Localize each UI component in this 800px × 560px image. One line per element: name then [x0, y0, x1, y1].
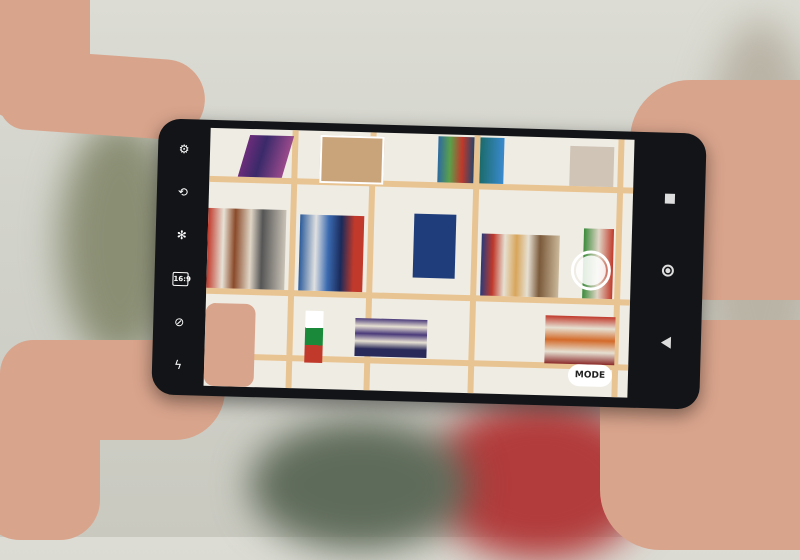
- bulgarian-flag: [304, 310, 324, 364]
- smartphone: ⚙ ⟲ ✻ 16:9 ⊘ ϟ MODE: [151, 118, 707, 410]
- book-display-cover: [412, 213, 457, 279]
- recent-apps-icon[interactable]: [663, 192, 677, 206]
- settings-icon[interactable]: ⚙: [175, 142, 193, 156]
- home-icon[interactable]: [661, 263, 675, 277]
- flash-auto-icon[interactable]: ϟ: [169, 358, 187, 372]
- books-stack-bottom: [354, 317, 428, 358]
- background-green-blur: [250, 420, 470, 550]
- books-middle-left: [206, 207, 287, 290]
- mode-button[interactable]: MODE: [567, 363, 613, 388]
- picture-frame: [319, 134, 385, 185]
- flash-off-icon[interactable]: ⊘: [170, 315, 188, 329]
- books-top-right: [479, 137, 505, 185]
- switch-camera-icon[interactable]: ⟲: [174, 185, 192, 199]
- back-icon[interactable]: [659, 335, 673, 349]
- books-top-left: [237, 134, 295, 178]
- shelf-divider-1: [285, 130, 299, 389]
- camera-settings-sidebar: ⚙ ⟲ ✻ 16:9 ⊘ ϟ: [151, 118, 211, 395]
- books-stack-bottom-right: [544, 315, 616, 366]
- shelf-middle: [206, 287, 631, 306]
- aspect-ratio-button[interactable]: 16:9: [172, 271, 191, 286]
- camera-viewfinder: MODE: [203, 127, 635, 398]
- books-middle-center: [298, 214, 365, 293]
- person-in-frame: [203, 302, 256, 388]
- books-middle-right: [480, 233, 560, 298]
- brightness-icon[interactable]: ✻: [173, 228, 191, 242]
- android-navigation-bar: [629, 132, 707, 410]
- shutter-button-inner: [575, 255, 607, 286]
- left-hand-bottom: [0, 380, 100, 540]
- photo-frame-top-right: [569, 145, 615, 188]
- books-top-middle: [437, 136, 475, 184]
